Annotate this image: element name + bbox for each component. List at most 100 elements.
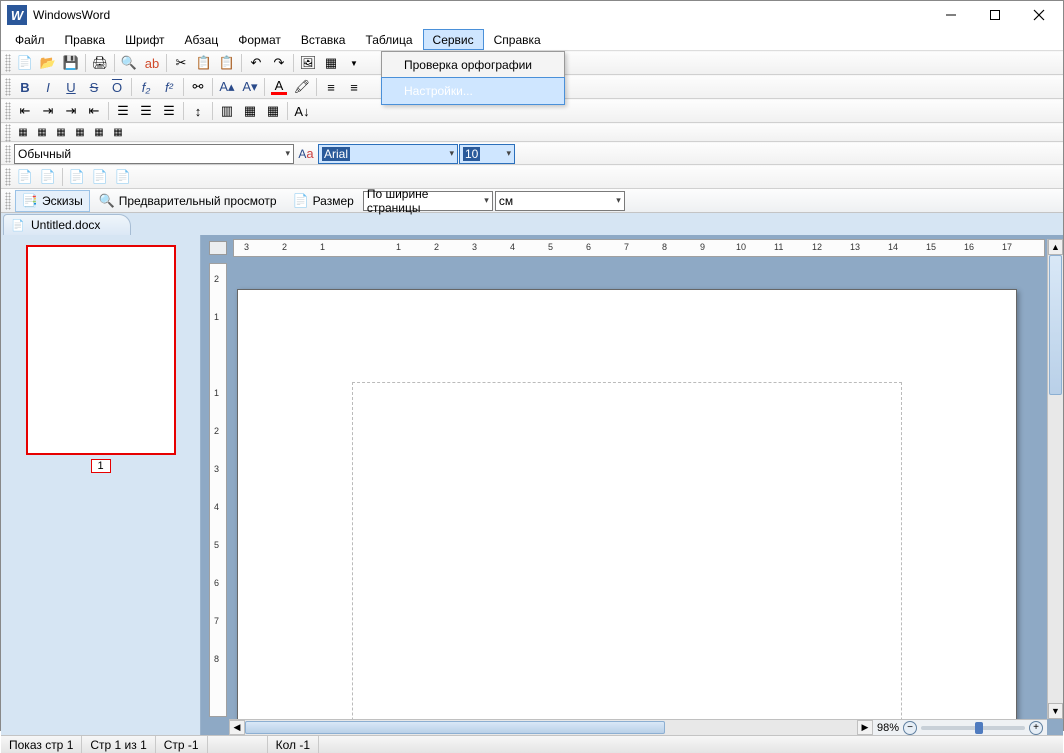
increase-font-button[interactable]: A▴ (216, 76, 238, 98)
size-button[interactable]: 📄 Размер (286, 190, 361, 212)
scroll-left-button[interactable]: ◀ (229, 720, 245, 735)
overline-button[interactable]: O (106, 76, 128, 98)
scroll-up-button[interactable]: ▲ (1048, 239, 1063, 255)
toolbar-grip[interactable] (5, 124, 11, 142)
style-combo[interactable]: Обычный ▾ (14, 144, 294, 164)
find-button[interactable]: 🔍 (118, 52, 140, 74)
thumbnails-button[interactable]: 📑 Эскизы (15, 190, 90, 212)
menu-paragraph[interactable]: Абзац (175, 29, 229, 50)
bold-button[interactable]: B (14, 76, 36, 98)
menu-insert[interactable]: Вставка (291, 29, 356, 50)
zoom-out-button[interactable]: − (903, 721, 917, 735)
table-tool-3[interactable]: ▦ (52, 125, 70, 141)
line-spacing-button[interactable]: ↕ (187, 100, 209, 122)
font-icon-button[interactable]: Aa (295, 143, 317, 165)
menu-font[interactable]: Шрифт (115, 29, 174, 50)
page-thumbnail[interactable] (26, 245, 176, 455)
copy-button[interactable]: 📋 (193, 52, 215, 74)
decrease-font-button[interactable]: A▾ (239, 76, 261, 98)
outdent-button[interactable]: ⇤ (14, 100, 36, 122)
zoom-knob[interactable] (975, 722, 983, 734)
doc-tool-4[interactable]: 📄 (89, 166, 111, 188)
menu-service[interactable]: Сервис (423, 29, 484, 50)
table-button[interactable]: ▦ (320, 52, 342, 74)
table-tool-4[interactable]: ▦ (71, 125, 89, 141)
scroll-right-button[interactable]: ▶ (857, 720, 873, 735)
new-button[interactable]: 📄 (14, 52, 36, 74)
toolbar-grip[interactable] (5, 78, 11, 96)
replace-button[interactable]: ab (141, 52, 163, 74)
doc-copy-button[interactable]: 📄 (37, 166, 59, 188)
bullets-button[interactable]: ☰ (112, 100, 134, 122)
save-button[interactable]: 💾 (60, 52, 82, 74)
size-combo[interactable]: 10 ▾ (459, 144, 515, 164)
menu-edit[interactable]: Правка (55, 29, 116, 50)
strike-button[interactable]: S (83, 76, 105, 98)
vertical-scrollbar[interactable]: ▲ ▼ (1047, 239, 1063, 719)
vertical-ruler[interactable]: 21 123 456 78 (209, 263, 227, 717)
superscript-button[interactable]: f² (158, 76, 180, 98)
document-page[interactable] (237, 289, 1017, 735)
shading-button[interactable]: ▦ (262, 100, 284, 122)
table-dropdown[interactable]: ▼ (343, 52, 365, 74)
vscroll-thumb[interactable] (1049, 255, 1062, 395)
menu-file[interactable]: Файл (5, 29, 55, 50)
menu-format[interactable]: Формат (228, 29, 291, 50)
hanging-indent-button[interactable]: ⇥ (60, 100, 82, 122)
print-button[interactable]: 🖨 (89, 52, 111, 74)
close-button[interactable] (1017, 1, 1061, 29)
minimize-button[interactable] (929, 1, 973, 29)
horizontal-ruler[interactable]: 321 123 456 789 101112 131415 1617 (233, 239, 1045, 257)
doc-new-button[interactable]: 📄 (14, 166, 36, 188)
indent-button[interactable]: ⇥ (37, 100, 59, 122)
align-left-button[interactable]: ≡ (320, 76, 342, 98)
redo-button[interactable]: ↷ (268, 52, 290, 74)
ruler-corner[interactable] (209, 241, 227, 255)
image-button[interactable]: 🖼 (297, 52, 319, 74)
subscript-button[interactable]: f₂ (135, 76, 157, 98)
horizontal-scrollbar[interactable]: ◀ ▶ (229, 719, 873, 735)
first-line-indent-button[interactable]: ⇤ (83, 100, 105, 122)
sort-button[interactable]: A↓ (291, 100, 313, 122)
toolbar-grip[interactable] (5, 192, 11, 210)
columns-button[interactable]: ▥ (216, 100, 238, 122)
hscroll-thumb[interactable] (245, 721, 665, 734)
multilevel-button[interactable]: ☰ (158, 100, 180, 122)
dropdown-settings[interactable]: Настройки... (382, 78, 564, 104)
units-combo[interactable]: см ▾ (495, 191, 625, 211)
open-button[interactable]: 📂 (37, 52, 59, 74)
link-button[interactable]: ⚯ (187, 76, 209, 98)
preview-button[interactable]: 🔍 Предварительный просмотр (92, 190, 284, 212)
toolbar-grip[interactable] (5, 168, 11, 186)
zoom-slider[interactable] (921, 726, 1025, 730)
align-center-button[interactable]: ≡ (343, 76, 365, 98)
toolbar-grip[interactable] (5, 145, 11, 163)
table-tool-5[interactable]: ▦ (90, 125, 108, 141)
toolbar-grip[interactable] (5, 54, 11, 72)
zoom-in-button[interactable]: + (1029, 721, 1043, 735)
toolbar-grip[interactable] (5, 102, 11, 120)
paste-button[interactable]: 📋 (216, 52, 238, 74)
font-combo[interactable]: Arial ▾ (318, 144, 458, 164)
undo-button[interactable]: ↶ (245, 52, 267, 74)
document-tab[interactable]: 📄 Untitled.docx (3, 214, 131, 235)
highlight-button[interactable]: 🖍 (291, 76, 313, 98)
table-tool-2[interactable]: ▦ (33, 125, 51, 141)
doc-tool-3[interactable]: 📄 (66, 166, 88, 188)
doc-tool-5[interactable]: 📄 (112, 166, 134, 188)
scroll-down-button[interactable]: ▼ (1048, 703, 1063, 719)
menu-help[interactable]: Справка (484, 29, 551, 50)
cut-button[interactable]: ✂ (170, 52, 192, 74)
dropdown-spellcheck[interactable]: Проверка орфографии (382, 52, 564, 78)
underline-button[interactable]: U (60, 76, 82, 98)
table-tool-6[interactable]: ▦ (109, 125, 127, 141)
fit-combo[interactable]: По ширине страницы ▾ (363, 191, 493, 211)
numbering-button[interactable]: ☰ (135, 100, 157, 122)
menu-table[interactable]: Таблица (355, 29, 422, 50)
borders-button[interactable]: ▦ (239, 100, 261, 122)
borders-icon: ▦ (242, 103, 258, 119)
table-tool-1[interactable]: ▦ (14, 125, 32, 141)
maximize-button[interactable] (973, 1, 1017, 29)
italic-button[interactable]: I (37, 76, 59, 98)
font-color-button[interactable]: A (268, 76, 290, 98)
